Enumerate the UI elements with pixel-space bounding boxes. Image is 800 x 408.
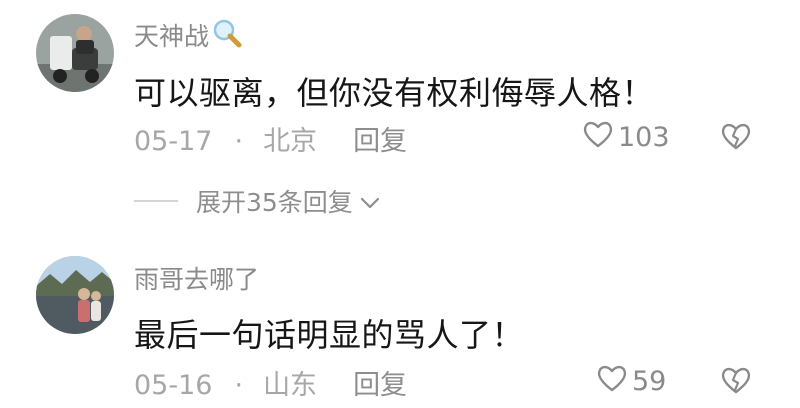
avatar[interactable]: [36, 14, 114, 92]
magnifier-icon: [211, 17, 243, 55]
username[interactable]: 天神战: [134, 17, 243, 55]
dislike-button[interactable]: [720, 121, 752, 155]
reply-button[interactable]: 回复: [353, 370, 407, 401]
divider: [134, 200, 178, 202]
expand-replies-button[interactable]: 展开35条回复: [134, 183, 381, 219]
comment-location: 山东: [263, 370, 318, 401]
like-count: 103: [618, 121, 670, 153]
separator: ·: [234, 370, 244, 401]
like-button[interactable]: 103: [582, 120, 670, 154]
comment-location: 北京: [263, 126, 318, 157]
comment-date: 05-16: [134, 370, 213, 401]
broken-heart-icon: [720, 367, 752, 399]
avatar[interactable]: [36, 256, 114, 334]
separator: ·: [234, 126, 244, 157]
username[interactable]: 雨哥去哪了: [134, 260, 259, 296]
dislike-button[interactable]: [720, 365, 752, 399]
reply-button[interactable]: 回复: [353, 126, 407, 157]
chevron-down-icon: [353, 187, 381, 216]
like-button[interactable]: 59: [596, 364, 666, 398]
broken-heart-icon: [720, 123, 752, 155]
expand-replies-label: 展开35条回复: [196, 188, 353, 217]
heart-outline-icon: [596, 363, 632, 400]
comment-text: 最后一句话明显的骂人了！: [134, 316, 525, 354]
comment-meta: 05-17 · 北京 回复: [134, 119, 407, 158]
username-text: 天神战: [134, 22, 210, 51]
comment-meta: 05-16 · 山东 回复: [134, 363, 407, 402]
like-count: 59: [632, 365, 667, 397]
heart-outline-icon: [582, 119, 618, 156]
comment-date: 05-17: [134, 126, 213, 157]
comment-text: 可以驱离，但你没有权利侮辱人格！: [134, 74, 655, 112]
